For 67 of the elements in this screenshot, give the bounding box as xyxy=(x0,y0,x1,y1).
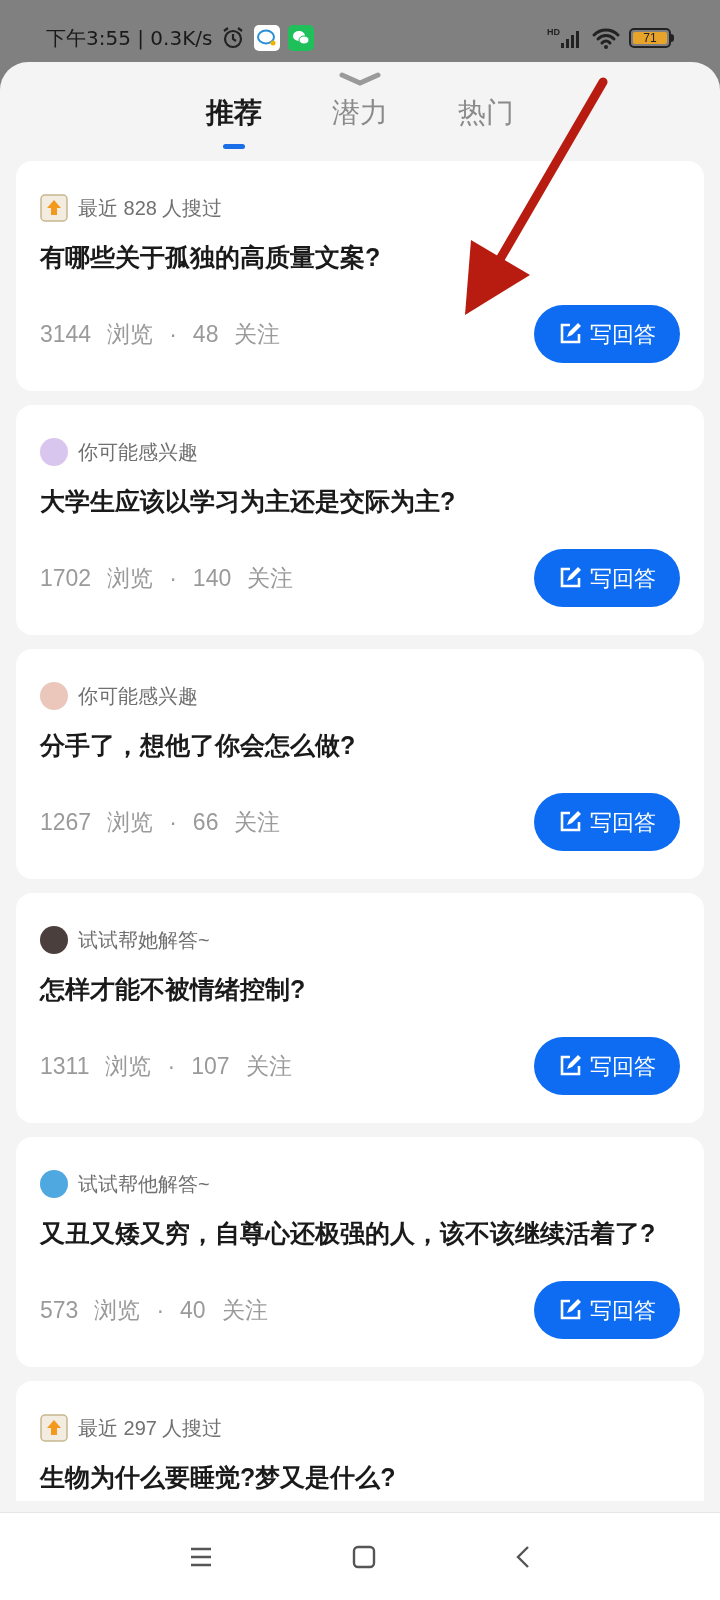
question-card[interactable]: 你可能感兴趣 大学生应该以学习为主还是交际为主? 1702 浏览 · 140 关注 写回答 xyxy=(16,405,704,635)
question-card[interactable]: 最近 828 人搜过 有哪些关于孤独的高质量文案? 3144 浏览 · 48 关注 写回答 xyxy=(16,161,704,391)
question-title[interactable]: 生物为什么要睡觉?梦又是什么? xyxy=(40,1455,680,1499)
wechat-icon xyxy=(288,25,315,51)
view-label: 浏览 xyxy=(105,1051,152,1081)
question-title[interactable]: 分手了，想他了你会怎么做? xyxy=(40,723,680,767)
status-time: 下午3:55 | 0.3K/s xyxy=(46,25,213,52)
back-icon[interactable] xyxy=(514,1544,531,1569)
follow-label: 关注 xyxy=(245,1051,292,1081)
view-label: 浏览 xyxy=(107,319,154,349)
follow-label: 关注 xyxy=(247,563,294,593)
view-label: 浏览 xyxy=(107,563,154,593)
follow-count: 48 xyxy=(192,319,219,349)
tab-indicator xyxy=(223,144,245,149)
write-answer-button[interactable]: 写回答 xyxy=(534,793,680,851)
recommend-reason: 最近 828 人搜过 xyxy=(78,196,223,221)
question-card[interactable]: 试试帮他解答~ 又丑又矮又穷，自尊心还极强的人，该不该继续活着了? 573 浏览 · 40 关注 写回答 xyxy=(16,1137,704,1367)
recommend-reason: 最近 297 人搜过 xyxy=(78,1416,223,1441)
view-label: 浏览 xyxy=(107,807,154,837)
menu-icon[interactable] xyxy=(189,1545,214,1568)
view-count: 1311 xyxy=(40,1051,90,1081)
home-icon[interactable] xyxy=(352,1544,376,1569)
follow-label: 关注 xyxy=(221,1295,268,1325)
separator-dot: · xyxy=(167,1051,176,1081)
follow-count: 66 xyxy=(192,807,219,837)
write-answer-button[interactable]: 写回答 xyxy=(534,305,680,363)
separator-dot: · xyxy=(156,1295,165,1325)
view-count: 573 xyxy=(40,1295,79,1325)
recommend-reason: 试试帮她解答~ xyxy=(78,928,210,953)
question-title[interactable]: 怎样才能不被情绪控制? xyxy=(40,967,680,1011)
follow-count: 107 xyxy=(191,1051,230,1081)
battery-level: 71 xyxy=(633,32,667,44)
follow-label: 关注 xyxy=(234,319,281,349)
separator-dot: · xyxy=(169,807,177,837)
question-card[interactable]: 你可能感兴趣 分手了，想他了你会怎么做? 1267 浏览 · 66 关注 写回答 xyxy=(16,649,704,879)
separator-dot: · xyxy=(169,319,177,349)
question-title[interactable]: 又丑又矮又穷，自尊心还极强的人，该不该继续活着了? xyxy=(40,1211,680,1255)
edit-icon xyxy=(558,566,582,590)
trending-up-icon xyxy=(40,194,68,222)
tab[interactable]: 推荐 xyxy=(206,92,262,134)
view-count: 1267 xyxy=(40,807,92,837)
view-label: 浏览 xyxy=(94,1295,141,1325)
write-answer-button[interactable]: 写回答 xyxy=(534,549,680,607)
edit-icon xyxy=(558,322,582,346)
recommend-reason: 你可能感兴趣 xyxy=(78,440,198,465)
write-answer-button[interactable]: 写回答 xyxy=(534,1281,680,1339)
edit-icon xyxy=(558,810,582,834)
view-count: 3144 xyxy=(40,319,92,349)
separator-dot: · xyxy=(169,563,177,593)
question-card[interactable]: 试试帮她解答~ 怎样才能不被情绪控制? 1311 浏览 · 107 关注 写回答 xyxy=(16,893,704,1123)
chat-app-icon xyxy=(254,25,281,51)
question-card[interactable]: 最近 297 人搜过 生物为什么要睡觉?梦又是什么? xyxy=(16,1381,704,1501)
follow-count: 40 xyxy=(180,1295,206,1325)
wifi-icon xyxy=(591,27,621,49)
follow-count: 140 xyxy=(192,563,232,593)
question-title[interactable]: 大学生应该以学习为主还是交际为主? xyxy=(40,479,680,523)
network-type-label: HD xyxy=(547,28,560,37)
collapse-chevron-icon[interactable] xyxy=(338,72,382,86)
view-count: 1702 xyxy=(40,563,92,593)
write-answer-button[interactable]: 写回答 xyxy=(534,1037,680,1095)
follow-label: 关注 xyxy=(234,807,281,837)
recommend-reason: 试试帮他解答~ xyxy=(78,1172,210,1197)
recommend-reason: 你可能感兴趣 xyxy=(78,684,198,709)
question-title[interactable]: 有哪些关于孤独的高质量文案? xyxy=(40,235,680,279)
trending-up-icon xyxy=(40,1414,68,1442)
edit-icon xyxy=(558,1298,582,1322)
edit-icon xyxy=(558,1054,582,1078)
